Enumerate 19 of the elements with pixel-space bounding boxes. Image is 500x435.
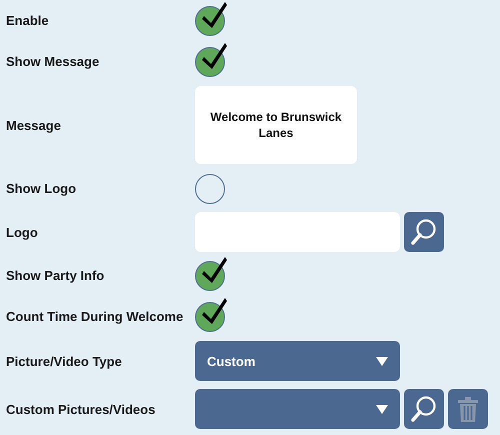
checkbox[interactable]	[195, 174, 225, 204]
field-label: Show Party Info	[6, 268, 106, 283]
field-label: Picture/Video Type	[6, 354, 123, 368]
caret-icon	[376, 356, 388, 366]
caret-icon	[376, 404, 388, 414]
field-label: Show Message	[6, 54, 100, 69]
input-field[interactable]	[195, 212, 400, 252]
field-label: Enable	[6, 13, 50, 28]
search-icon	[410, 218, 438, 246]
dropdown[interactable]: Custom	[195, 341, 400, 381]
field-label: Message	[6, 118, 62, 132]
field-label: Show Logo	[6, 181, 78, 196]
message-field[interactable]: Welcome to Brunswick Lanes	[195, 86, 357, 164]
field-label: Logo	[6, 224, 39, 240]
field-label: Custom Pictures/Videos	[6, 402, 156, 416]
field-label: Count Time During Welcome	[6, 309, 184, 324]
search-button[interactable]	[404, 212, 444, 252]
search-icon	[410, 395, 438, 423]
search-button[interactable]	[404, 389, 444, 429]
